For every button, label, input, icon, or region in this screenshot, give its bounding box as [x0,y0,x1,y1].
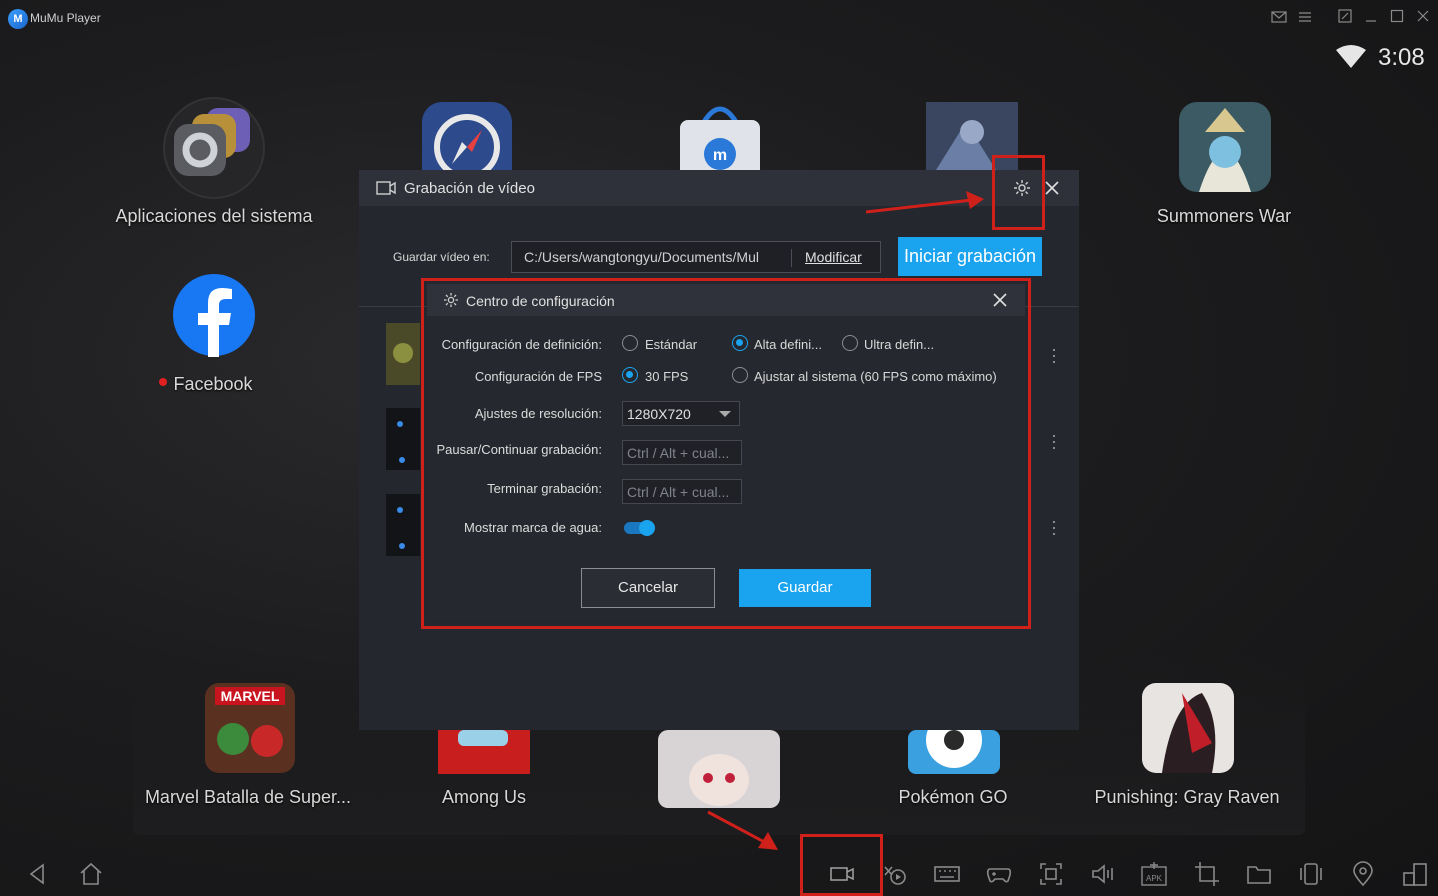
anime-game-icon [658,730,780,808]
start-recording-button[interactable]: Iniciar grabación [898,237,1042,276]
svg-text:APK: APK [1146,874,1163,883]
close-icon[interactable] [1042,178,1062,198]
bottom-toolbar [0,850,1438,896]
save-location-label: Guardar vídeo en: [393,250,490,264]
gear-folder-icon [163,97,265,199]
summoners-war-icon [1179,102,1271,192]
app-label: Aplicaciones del sistema [115,206,313,226]
menu-icon[interactable] [1294,8,1316,28]
volume-icon[interactable] [1090,861,1116,887]
macro-icon[interactable] [882,861,908,887]
install-apk-icon[interactable]: APK [1141,861,1167,887]
svg-text:MARVEL: MARVEL [221,688,280,704]
more-options-icon[interactable]: · · · [1049,512,1059,542]
store-bag-icon: m [680,106,760,170]
back-icon[interactable] [25,861,51,887]
shake-icon[interactable] [1298,861,1324,887]
more-options-icon[interactable]: · · · [1049,340,1059,370]
punishing-icon [1142,683,1234,773]
wifi-icon [1336,45,1366,68]
divider [791,249,792,267]
highlight-box-config [421,278,1031,629]
app-label: Marvel Batalla de Super... [144,787,352,807]
app-label: Summoners War [1156,206,1292,226]
app-label: Pokémon GO [898,787,1008,807]
video-camera-icon [376,181,396,195]
app-logo: M [8,9,28,29]
app-name: MuMu Player [30,11,101,25]
location-icon[interactable] [1350,861,1376,887]
pokemon-go-icon [908,730,1000,774]
folder-icon[interactable] [1246,861,1272,887]
multi-window-icon[interactable] [1402,861,1428,887]
save-path-value: C:/Users/wangtongyu/Documents/Mul [524,249,759,265]
arrow-annotation [707,810,778,850]
close-window-icon[interactable] [1412,8,1434,28]
clock: 3:08 [1378,44,1425,71]
minimize-icon[interactable] [1360,8,1382,28]
screenshot-icon[interactable] [1038,861,1064,887]
keyboard-icon[interactable] [934,861,960,887]
app-label: Punishing: Gray Raven [1094,787,1280,807]
app-label: Facebook [173,374,253,394]
among-us-icon [438,730,530,774]
highlight-box-gear [992,155,1045,230]
modify-path-link[interactable]: Modificar [805,249,862,265]
crop-icon[interactable] [1194,861,1220,887]
home-icon[interactable] [78,861,104,887]
maximize-icon[interactable] [1386,8,1408,28]
more-options-icon[interactable]: · · · [1049,426,1059,456]
app-label: Among Us [441,787,527,807]
gamepad-icon[interactable] [986,861,1012,887]
highlight-box-record [800,834,883,896]
marvel-icon: MARVEL [205,683,295,773]
mail-icon[interactable] [1268,8,1290,28]
arrow-annotation [865,191,984,214]
dialog-title: Grabación de vídeo [404,180,535,197]
svg-text:m: m [713,147,727,164]
facebook-icon [173,274,255,357]
compass-icon [422,102,512,170]
new-badge-dot [159,378,167,386]
save-path-field[interactable]: C:/Users/wangtongyu/Documents/Mul Modifi… [511,241,881,273]
pin-window-icon[interactable] [1334,8,1356,28]
title-bar: M MuMu Player [0,0,1438,36]
